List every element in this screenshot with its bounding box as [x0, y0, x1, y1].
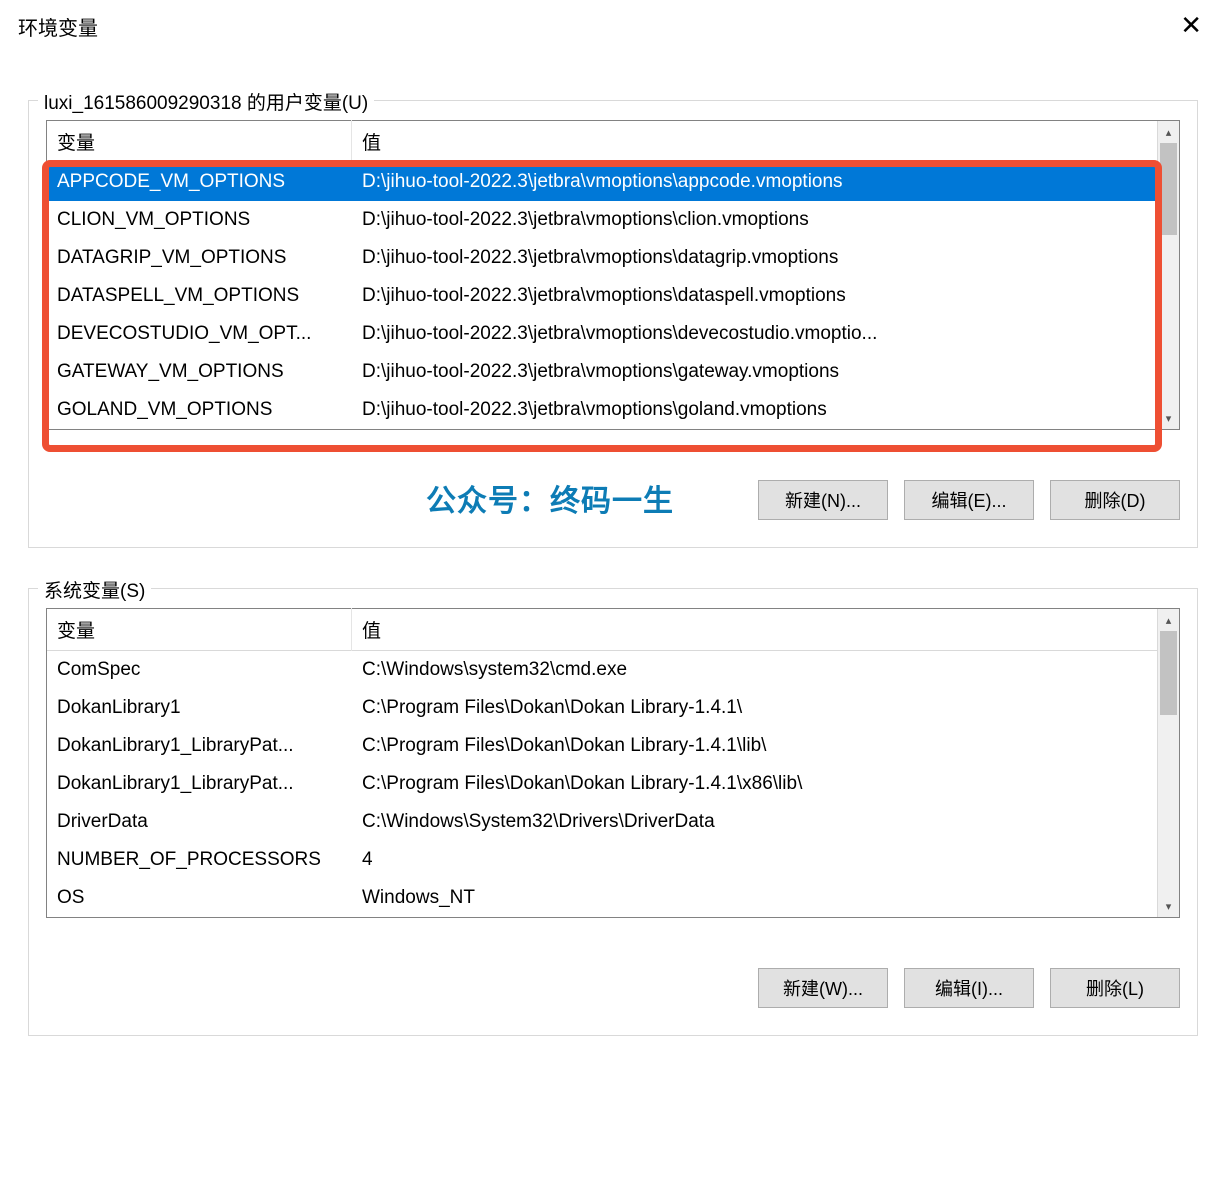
list-header: 变量 值 [47, 609, 1157, 651]
table-row[interactable]: OS Windows_NT [47, 879, 1157, 917]
scroll-up-icon[interactable]: ▴ [1158, 609, 1179, 631]
list-header: 变量 值 [47, 121, 1157, 163]
delete-system-button[interactable]: 删除(L) [1050, 968, 1180, 1008]
system-variables-group: 系统变量(S) 变量 值 ComSpec C:\Windows\system32… [28, 578, 1198, 1036]
column-header-variable[interactable]: 变量 [47, 120, 352, 163]
column-header-value[interactable]: 值 [352, 608, 1157, 651]
table-row[interactable]: DokanLibrary1_LibraryPat... C:\Program F… [47, 727, 1157, 765]
user-variables-listbox[interactable]: 变量 值 APPCODE_VM_OPTIONS D:\jihuo-tool-20… [46, 120, 1180, 430]
scroll-up-icon[interactable]: ▴ [1158, 121, 1179, 143]
table-row[interactable]: ComSpec C:\Windows\system32\cmd.exe [47, 651, 1157, 689]
watermark-text: 公众号：终码一生 [426, 476, 674, 520]
table-row[interactable]: DokanLibrary1_LibraryPat... C:\Program F… [47, 765, 1157, 803]
table-row[interactable]: NUMBER_OF_PROCESSORS 4 [47, 841, 1157, 879]
edit-system-button[interactable]: 编辑(I)... [904, 968, 1034, 1008]
delete-user-button[interactable]: 删除(D) [1050, 480, 1180, 520]
scroll-down-icon[interactable]: ▾ [1158, 407, 1179, 429]
system-variables-listbox[interactable]: 变量 值 ComSpec C:\Windows\system32\cmd.exe… [46, 608, 1180, 918]
new-system-button[interactable]: 新建(W)... [758, 968, 888, 1008]
system-group-legend: 系统变量(S) [38, 576, 151, 603]
new-user-button[interactable]: 新建(N)... [758, 480, 888, 520]
user-variables-group: luxi_161586009290318 的用户变量(U) 变量 值 APPCO… [28, 90, 1198, 548]
window-title: 环境变量 [18, 12, 98, 41]
scrollbar[interactable]: ▴ ▾ [1157, 609, 1179, 917]
scrollbar[interactable]: ▴ ▾ [1157, 121, 1179, 429]
table-row[interactable]: GOLAND_VM_OPTIONS D:\jihuo-tool-2022.3\j… [47, 391, 1157, 429]
column-header-variable[interactable]: 变量 [47, 608, 352, 651]
table-row[interactable]: APPCODE_VM_OPTIONS D:\jihuo-tool-2022.3\… [47, 163, 1157, 201]
user-group-legend: luxi_161586009290318 的用户变量(U) [38, 88, 374, 115]
table-row[interactable]: DriverData C:\Windows\System32\Drivers\D… [47, 803, 1157, 841]
table-row[interactable]: DokanLibrary1 C:\Program Files\Dokan\Dok… [47, 689, 1157, 727]
table-row[interactable]: GATEWAY_VM_OPTIONS D:\jihuo-tool-2022.3\… [47, 353, 1157, 391]
table-row[interactable]: CLION_VM_OPTIONS D:\jihuo-tool-2022.3\je… [47, 201, 1157, 239]
close-icon[interactable]: ✕ [1174, 12, 1208, 38]
table-row[interactable]: DEVECOSTUDIO_VM_OPT... D:\jihuo-tool-202… [47, 315, 1157, 353]
edit-user-button[interactable]: 编辑(E)... [904, 480, 1034, 520]
table-row[interactable]: DATASPELL_VM_OPTIONS D:\jihuo-tool-2022.… [47, 277, 1157, 315]
scroll-down-icon[interactable]: ▾ [1158, 895, 1179, 917]
column-header-value[interactable]: 值 [352, 120, 1157, 163]
table-row[interactable]: DATAGRIP_VM_OPTIONS D:\jihuo-tool-2022.3… [47, 239, 1157, 277]
